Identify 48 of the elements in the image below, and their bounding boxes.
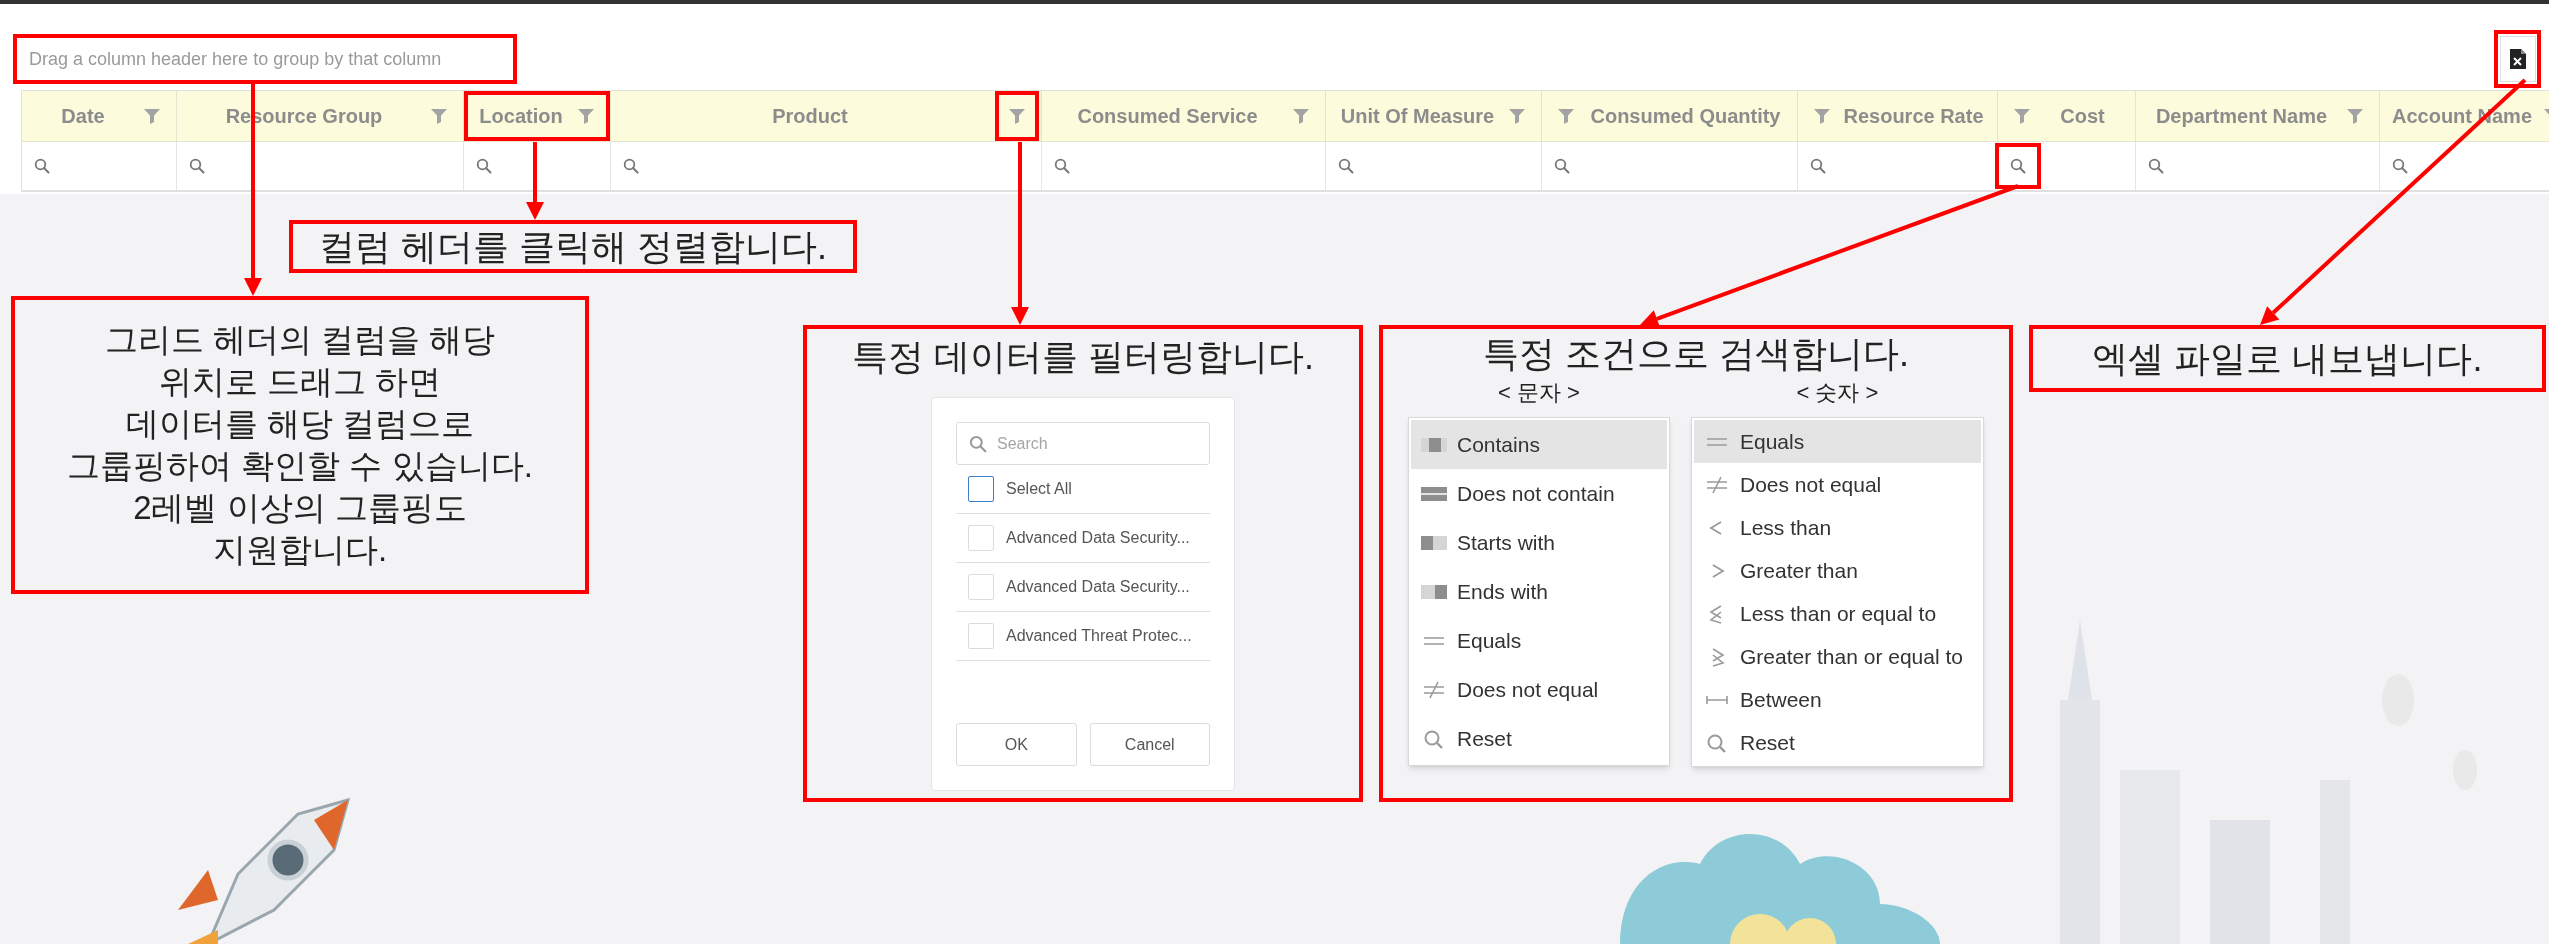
- search-icon: [1810, 158, 1826, 174]
- spreadsheet-file-icon: [2508, 48, 2527, 70]
- menu-heading: < 숫자 >: [1796, 379, 1879, 407]
- filter-icon[interactable]: [1508, 108, 1526, 124]
- search-icon: [476, 158, 492, 174]
- callout-title: 특정 데이터를 필터링합니다.: [852, 335, 1314, 379]
- filter-icon[interactable]: [1813, 108, 1831, 124]
- filter-icon[interactable]: [1008, 108, 1026, 124]
- callout-text-line: 그리드 헤더의 컬럼을 해당: [104, 320, 496, 360]
- callout-text-line: 지원합니다.: [212, 530, 388, 570]
- filter-value-label: Select All: [1006, 479, 1072, 499]
- filter-value-label: Advanced Data Security...: [1006, 577, 1190, 597]
- menu-heading: < 문자 >: [1498, 379, 1580, 407]
- condition-menu-item[interactable]: Equals: [1694, 420, 1981, 463]
- callout-text-line: 2레벨 이상의 그룹핑도: [133, 488, 467, 528]
- callout-text-line: 그룹핑하여 확인할 수 있습니다.: [67, 446, 533, 486]
- dialog-button[interactable]: Cancel: [1089, 723, 1210, 766]
- filter-value-label: Advanced Threat Protec...: [1006, 626, 1192, 646]
- excel-export-button[interactable]: [2499, 36, 2536, 82]
- export-callout: 엑셀 파일로 내보냅니다.: [2029, 325, 2546, 392]
- dialog-button[interactable]: OK: [956, 723, 1077, 766]
- search-icon: [969, 434, 987, 453]
- operator-icon: [1421, 679, 1447, 700]
- search-icon: [1554, 158, 1570, 174]
- filter-icon[interactable]: [2346, 108, 2364, 124]
- column-filter-field[interactable]: [1998, 142, 2136, 190]
- filter-value-label: Advanced Data Security...: [1006, 528, 1190, 548]
- search-icon: [1338, 158, 1354, 174]
- search-icon: [2010, 158, 2026, 174]
- filter-icon[interactable]: [1292, 108, 1310, 124]
- filter-icon[interactable]: [577, 108, 595, 124]
- sort-callout: 컬럼 헤더를 클릭해 정렬합니다.: [289, 220, 857, 273]
- search-icon: [189, 158, 205, 174]
- filter-icon[interactable]: [430, 108, 448, 124]
- search-icon: [34, 158, 50, 174]
- condition-menu-item[interactable]: Contains: [1411, 420, 1667, 469]
- search-icon: [2148, 158, 2164, 174]
- callout-title: 특정 조건으로 검색합니다.: [1483, 332, 1909, 376]
- operator-icon: [1704, 474, 1730, 495]
- callout-text-line: 데이터를 해당 컬럼으로: [125, 404, 475, 444]
- filter-icon[interactable]: [2013, 108, 2031, 124]
- search-icon: [1054, 158, 1070, 174]
- checkbox[interactable]: [968, 476, 994, 502]
- filter-icon[interactable]: [1557, 108, 1575, 124]
- search-icon: [2392, 158, 2408, 174]
- search-icon: [623, 158, 639, 174]
- callout-text-line: 위치로 드래그 하면: [158, 362, 442, 402]
- filter-icon[interactable]: [143, 108, 161, 124]
